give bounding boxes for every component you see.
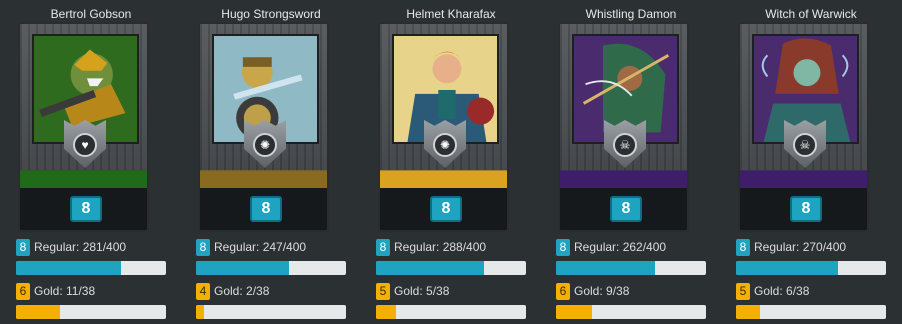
gold-progress-fill xyxy=(556,305,592,319)
skull-icon: ☠ xyxy=(793,133,817,157)
card-frame[interactable]: ✺ 8 xyxy=(378,22,509,232)
gold-progress-fill xyxy=(16,305,60,319)
sun-icon: ✺ xyxy=(253,133,277,157)
regular-progress-fill xyxy=(196,261,289,275)
gold-label: Gold: 2/38 xyxy=(214,284,270,298)
card-name: Helmet Kharafax xyxy=(406,7,496,21)
card-banner xyxy=(20,170,147,188)
regular-level-badge: 8 xyxy=(16,238,30,256)
card-name: Bertrol Gobson xyxy=(50,7,132,21)
card-hugo-strongsword[interactable]: Hugo Strongsword ✺ 8 8 Regular: 247/400 xyxy=(196,0,346,324)
regular-stat: 8 Regular: 281/400 xyxy=(16,238,166,256)
gold-progress-fill xyxy=(376,305,396,319)
heart-icon: ♥ xyxy=(73,133,97,157)
regular-label: Regular: 281/400 xyxy=(34,240,127,254)
gold-stat: 6 Gold: 9/38 xyxy=(556,282,706,300)
card-bertrol-gobson[interactable]: Bertrol Gobson ♥ 8 8 Regular: 281/400 6 … xyxy=(16,0,166,324)
regular-label: Regular: 247/400 xyxy=(214,240,307,254)
card-whistling-damon[interactable]: Whistling Damon ☠ 8 8 Regular: 262/400 6… xyxy=(556,0,706,324)
gold-label: Gold: 5/38 xyxy=(394,284,450,298)
gold-label: Gold: 9/38 xyxy=(574,284,630,298)
card-helmet-kharafax[interactable]: Helmet Kharafax ✺ 8 8 Regular: 288/400 5… xyxy=(376,0,526,324)
gold-level-badge: 5 xyxy=(376,282,390,300)
regular-level-badge: 8 xyxy=(736,238,750,256)
skull-icon: ☠ xyxy=(613,133,637,157)
regular-stat: 8 Regular: 270/400 xyxy=(736,238,886,256)
gold-level-badge: 6 xyxy=(16,282,30,300)
gold-label: Gold: 6/38 xyxy=(754,284,810,298)
card-banner xyxy=(560,170,687,188)
gold-progress-bar xyxy=(16,305,166,319)
gold-progress-bar xyxy=(376,305,526,319)
gold-progress-bar xyxy=(736,305,886,319)
regular-progress-bar xyxy=(376,261,526,275)
card-collection-grid: Bertrol Gobson ♥ 8 8 Regular: 281/400 6 … xyxy=(0,0,902,324)
card-frame[interactable]: ☠ 8 xyxy=(558,22,689,232)
card-level-badge: 8 xyxy=(430,196,462,222)
card-witch-of-warwick[interactable]: Witch of Warwick ☠ 8 8 Regular: 270/400 xyxy=(736,0,886,324)
regular-progress-bar xyxy=(196,261,346,275)
gold-stat: 5 Gold: 6/38 xyxy=(736,282,886,300)
regular-progress-fill xyxy=(376,261,484,275)
regular-level-badge: 8 xyxy=(376,238,390,256)
card-level-badge: 8 xyxy=(790,196,822,222)
card-banner xyxy=(200,170,327,188)
regular-progress-fill xyxy=(736,261,838,275)
regular-label: Regular: 270/400 xyxy=(754,240,847,254)
gold-progress-fill xyxy=(196,305,204,319)
gold-level-badge: 4 xyxy=(196,282,210,300)
gold-progress-bar xyxy=(196,305,346,319)
card-name: Witch of Warwick xyxy=(765,7,857,21)
regular-progress-fill xyxy=(556,261,655,275)
gold-label: Gold: 11/38 xyxy=(34,284,96,298)
regular-label: Regular: 262/400 xyxy=(574,240,667,254)
card-frame[interactable]: ✺ 8 xyxy=(198,22,329,232)
gold-progress-fill xyxy=(736,305,760,319)
regular-stat: 8 Regular: 288/400 xyxy=(376,238,526,256)
card-frame[interactable]: ♥ 8 xyxy=(18,22,149,232)
gold-level-badge: 6 xyxy=(556,282,570,300)
gold-stat: 6 Gold: 11/38 xyxy=(16,282,166,300)
regular-label: Regular: 288/400 xyxy=(394,240,487,254)
gold-stat: 5 Gold: 5/38 xyxy=(376,282,526,300)
regular-stat: 8 Regular: 247/400 xyxy=(196,238,346,256)
gold-level-badge: 5 xyxy=(736,282,750,300)
sun-icon: ✺ xyxy=(433,133,457,157)
regular-level-badge: 8 xyxy=(556,238,570,256)
gold-stat: 4 Gold: 2/38 xyxy=(196,282,346,300)
card-name: Whistling Damon xyxy=(585,7,677,21)
card-name: Hugo Strongsword xyxy=(221,7,321,21)
regular-progress-bar xyxy=(16,261,166,275)
regular-progress-bar xyxy=(556,261,706,275)
regular-stat: 8 Regular: 262/400 xyxy=(556,238,706,256)
card-frame[interactable]: ☠ 8 xyxy=(738,22,869,232)
card-banner xyxy=(380,170,507,188)
card-level-badge: 8 xyxy=(70,196,102,222)
regular-level-badge: 8 xyxy=(196,238,210,256)
regular-progress-fill xyxy=(16,261,121,275)
regular-progress-bar xyxy=(736,261,886,275)
card-level-badge: 8 xyxy=(610,196,642,222)
card-banner xyxy=(740,170,867,188)
gold-progress-bar xyxy=(556,305,706,319)
card-level-badge: 8 xyxy=(250,196,282,222)
